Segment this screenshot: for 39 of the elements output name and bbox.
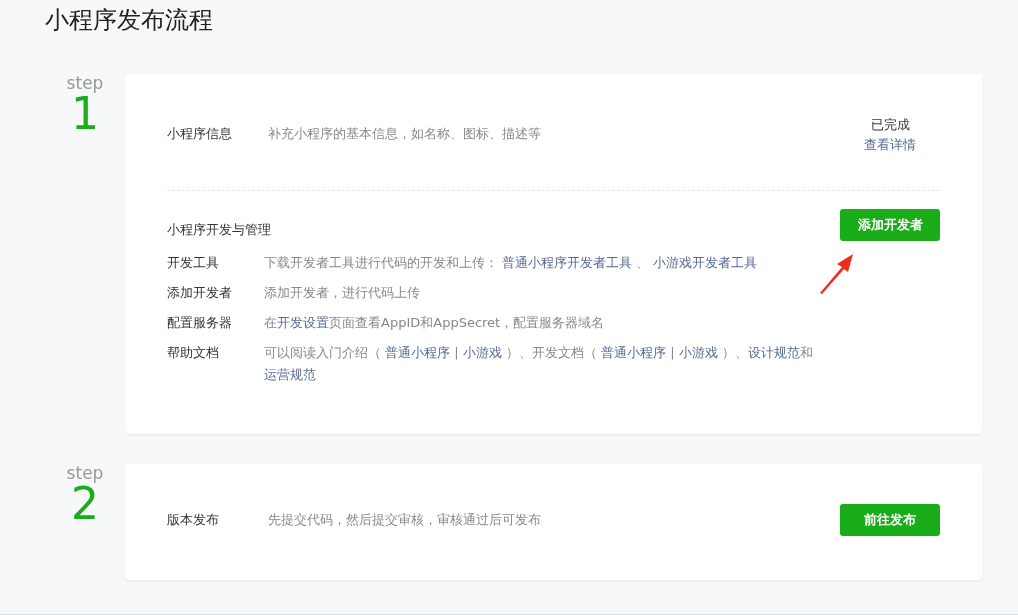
text-link[interactable]: 开发设置 [277, 315, 329, 330]
page-title: 小程序发布流程 [45, 5, 214, 36]
description-text: | [669, 345, 676, 360]
text-link[interactable]: 小游戏开发者工具 [653, 255, 758, 270]
item-label: 开发工具 [167, 254, 220, 272]
section-label: 小程序信息 [167, 125, 233, 143]
section-heading: 小程序开发与管理 [167, 221, 272, 239]
text-link[interactable]: 普通小程序开发者工具 [502, 255, 633, 270]
text-link[interactable]: 设计规范 [747, 345, 800, 360]
description-text: ）、 [720, 345, 748, 360]
section-label: 版本发布 [167, 511, 220, 529]
description-text: 页面查看AppID和AppSecret，配置服务器域名 [329, 315, 605, 330]
text-link[interactable]: 普通小程序 [385, 345, 451, 360]
step-label: step [66, 74, 104, 92]
section-description: 先提交代码，然后提交审核，审核通过后可发布 [268, 511, 541, 529]
action-button[interactable]: 添加开发者 [840, 209, 940, 241]
annotation-arrow [818, 253, 854, 295]
step-label: step [66, 464, 104, 482]
action-button[interactable]: 前往发布 [840, 504, 940, 536]
step-number: 2 [71, 482, 99, 526]
text-link[interactable]: 小游戏 [678, 345, 718, 360]
item-label: 配置服务器 [167, 314, 233, 332]
item-label: 添加开发者 [167, 284, 233, 302]
description-text: 在 [264, 315, 277, 330]
description-text: | [453, 345, 460, 360]
text-link[interactable]: 普通小程序 [601, 345, 667, 360]
status-text: 已完成 [870, 116, 910, 134]
description-text: ）、开发文档（ [504, 345, 598, 360]
description-text: 添加开发者，进行代码上传 [264, 285, 420, 300]
description-text: 下载开发者工具进行代码的开发和上传： [264, 255, 499, 270]
description-text: 、 [635, 255, 651, 270]
details-link[interactable]: 查看详情 [864, 136, 916, 154]
section-description: 补充小程序的基本信息，如名称、图标、描述等 [268, 125, 541, 143]
step-number: 1 [71, 92, 99, 136]
description-text: 和 [799, 345, 813, 360]
text-link[interactable]: 运营规范 [264, 367, 316, 382]
text-link[interactable]: 小游戏 [462, 345, 502, 360]
item-label: 帮助文档 [167, 344, 220, 362]
description-text: 可以阅读入门介绍（ [264, 345, 382, 360]
